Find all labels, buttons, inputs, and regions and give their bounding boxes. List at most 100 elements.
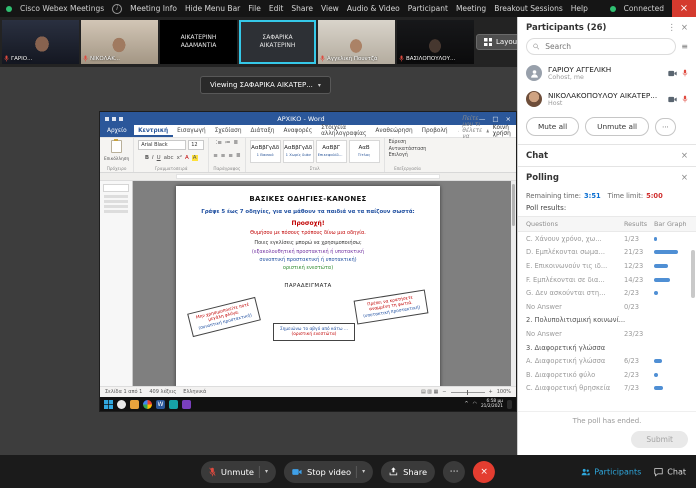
paste-label[interactable]: Επικόλληση bbox=[104, 157, 129, 162]
menu-help[interactable]: Help bbox=[571, 4, 588, 13]
audio-options-caret[interactable]: ▾ bbox=[265, 468, 268, 475]
tab-file[interactable]: Αρχείο bbox=[100, 125, 134, 137]
font-name-select[interactable]: Arial Black bbox=[138, 140, 186, 150]
tab-layout[interactable]: Διάταξη bbox=[246, 128, 279, 134]
style-chip[interactable]: ΑαΒβΓγΔδ1 Βασικό bbox=[250, 140, 281, 163]
viewing-badge[interactable]: Viewing ΣΑΦΑΡΙΚΑ ΑΙΚΑΤΕΡ... ▾ bbox=[200, 76, 331, 94]
participant-row[interactable]: ΝΙΚΟΛΑΚΟΠΟΥΛΟΥ ΑΙΚΑΤΕΡ... Host bbox=[518, 86, 696, 112]
notification-center-icon[interactable] bbox=[507, 400, 512, 409]
zoom-level[interactable]: 100% bbox=[497, 389, 511, 395]
wifi-icon[interactable]: ◠ bbox=[473, 401, 477, 407]
chat-section-header[interactable]: Chat × bbox=[518, 144, 696, 166]
tray-chevron-icon[interactable]: ^ bbox=[464, 401, 468, 407]
participants-panel-button[interactable]: Participants bbox=[581, 467, 641, 476]
close-participants-icon[interactable]: × bbox=[681, 23, 688, 33]
meeting-info-button[interactable]: Meeting Info bbox=[130, 4, 177, 13]
system-clock[interactable]: 6:58 μμ 21/2/2021 bbox=[481, 399, 503, 410]
video-tile-active-speaker[interactable]: ΣΑΦΑΡΙΚΑ ΑΙΚΑΤΕΡΙΝΗ bbox=[239, 20, 316, 64]
document-scrollbar[interactable] bbox=[511, 181, 516, 386]
menu-edit[interactable]: Edit bbox=[269, 4, 284, 13]
align-buttons[interactable]: ≡≡≡≣ bbox=[213, 153, 240, 159]
menu-share[interactable]: Share bbox=[291, 4, 313, 13]
unmute-all-button[interactable]: Unmute all bbox=[585, 117, 649, 136]
close-polling-icon[interactable]: × bbox=[681, 173, 688, 183]
word-count[interactable]: 409 λέξεις bbox=[149, 389, 176, 395]
app-icon[interactable] bbox=[182, 400, 191, 409]
menu-participant[interactable]: Participant bbox=[408, 4, 448, 13]
search-input[interactable] bbox=[543, 41, 669, 52]
style-chip[interactable]: ΑαΒβΓγΔδ1 Χωρίς διάσ bbox=[283, 140, 314, 163]
video-tile[interactable]: ΓΑΡΙΟ... bbox=[2, 20, 79, 64]
language-indicator[interactable]: Ελληνικά bbox=[183, 389, 206, 395]
menu-breakout-sessions[interactable]: Breakout Sessions bbox=[494, 4, 563, 13]
zoom-slider[interactable] bbox=[451, 392, 485, 393]
windows-start-icon[interactable] bbox=[104, 400, 113, 409]
menu-meeting[interactable]: Meeting bbox=[456, 4, 486, 13]
window-controls[interactable]: —□× bbox=[479, 115, 511, 123]
navigation-pane[interactable] bbox=[100, 181, 133, 386]
video-tile[interactable]: Αγγελική Πουντζά bbox=[318, 20, 395, 64]
zoom-in-button[interactable]: + bbox=[489, 389, 493, 395]
tab-view[interactable]: Προβολή bbox=[417, 128, 452, 134]
participant-row[interactable]: ΓΑΡΙΟΥ ΑΓΓΕΛΙΚΗ Cohost, me bbox=[518, 60, 696, 86]
more-options-button[interactable]: ⋯ bbox=[655, 118, 676, 136]
share-button[interactable]: Share bbox=[381, 461, 435, 483]
view-mode-icons[interactable]: ▤ ▥ ▦ bbox=[421, 389, 438, 395]
muted-mic-icon[interactable] bbox=[682, 69, 688, 77]
mute-all-button[interactable]: Mute all bbox=[526, 117, 579, 136]
page-indicator[interactable]: Σελίδα 1 από 1 bbox=[105, 389, 142, 395]
muted-mic-icon[interactable] bbox=[682, 95, 688, 103]
app-icon[interactable] bbox=[169, 400, 178, 409]
hide-menu-bar-button[interactable]: Hide Menu Bar bbox=[185, 4, 240, 13]
camera-on-icon[interactable] bbox=[668, 70, 677, 77]
video-options-caret[interactable]: ▾ bbox=[362, 468, 365, 475]
style-chip[interactable]: ΑαΒΤίτλος bbox=[349, 140, 380, 163]
select-button[interactable]: Επιλογή bbox=[389, 153, 408, 158]
doc-question: Ποιες εγκλίσεις μπορώ να χρησιμοποιήσω; bbox=[189, 240, 427, 246]
search-taskbar-icon[interactable] bbox=[117, 400, 126, 409]
tab-review[interactable]: Αναθεώρηση bbox=[371, 128, 417, 134]
camera-on-icon[interactable] bbox=[668, 96, 677, 103]
polling-section-header[interactable]: Polling × bbox=[518, 166, 696, 188]
tab-references[interactable]: Αναφορές bbox=[279, 128, 317, 134]
menu-audio-video[interactable]: Audio & Video bbox=[347, 4, 400, 13]
zoom-out-button[interactable]: − bbox=[442, 389, 446, 395]
font-style-buttons[interactable]: BIUabcx²AA bbox=[145, 155, 198, 161]
close-window-button[interactable]: × bbox=[672, 0, 696, 17]
tab-insert[interactable]: Εισαγωγή bbox=[173, 128, 211, 134]
search-icon bbox=[458, 129, 459, 134]
chrome-icon[interactable] bbox=[143, 400, 152, 409]
unmute-button[interactable]: Unmute ▾ bbox=[201, 461, 276, 483]
paste-icon[interactable] bbox=[111, 140, 122, 153]
sort-icon[interactable]: ≡ bbox=[681, 42, 688, 51]
find-button[interactable]: Εύρεση bbox=[389, 140, 407, 145]
stop-video-button[interactable]: Stop video ▾ bbox=[284, 461, 373, 483]
list-buttons[interactable]: ⁚≡≔≣ bbox=[216, 140, 238, 146]
leave-meeting-button[interactable]: × bbox=[473, 461, 495, 483]
search-box[interactable] bbox=[526, 38, 676, 55]
video-tile[interactable]: ΝΙΚΟΛΑΚ... bbox=[81, 20, 158, 64]
tab-design[interactable]: Σχεδίαση bbox=[210, 128, 246, 134]
tab-mailings[interactable]: Στοιχεία αλληλογραφίας bbox=[317, 125, 371, 137]
replace-button[interactable]: Αντικατάσταση bbox=[389, 147, 427, 152]
result-bar bbox=[654, 291, 688, 295]
submit-button[interactable]: Submit bbox=[631, 431, 688, 448]
video-tile-no-video[interactable]: ΑΙΚΑΤΕΡΙΝΗ ΑΔΑΜΑΝΤΙΑ bbox=[160, 20, 237, 64]
nav-search-box[interactable] bbox=[103, 184, 129, 192]
quick-access-toolbar[interactable] bbox=[105, 117, 123, 121]
document-page[interactable]: ΒΑΣΙΚΕΣ ΟΔΗΓΙΕΣ-ΚΑΝΟΝΕΣ Γράψε 5 έως 7 οδ… bbox=[176, 186, 440, 386]
more-options-button[interactable]: ⋯ bbox=[443, 461, 465, 483]
video-tile[interactable]: ΒΑΣΙΛΟΠΟΥΛΟΥ... bbox=[397, 20, 474, 64]
chat-panel-button[interactable]: Chat bbox=[654, 467, 686, 476]
panel-options-icon[interactable]: ⋮ bbox=[667, 23, 676, 33]
font-size-select[interactable]: 12 bbox=[188, 140, 204, 150]
word-taskbar-icon[interactable]: W bbox=[156, 400, 165, 409]
file-explorer-icon[interactable] bbox=[130, 400, 139, 409]
close-chat-icon[interactable]: × bbox=[681, 151, 688, 161]
tab-home[interactable]: Κεντρική bbox=[134, 125, 173, 137]
menu-file[interactable]: File bbox=[248, 4, 261, 13]
poll-scrollbar[interactable] bbox=[691, 250, 695, 298]
word-share-button[interactable]: Κοινή χρήση bbox=[486, 125, 513, 137]
menu-view[interactable]: View bbox=[321, 4, 339, 13]
style-chip[interactable]: ΑαΒβΓΕπικεφαλίδα 1 bbox=[316, 140, 347, 163]
